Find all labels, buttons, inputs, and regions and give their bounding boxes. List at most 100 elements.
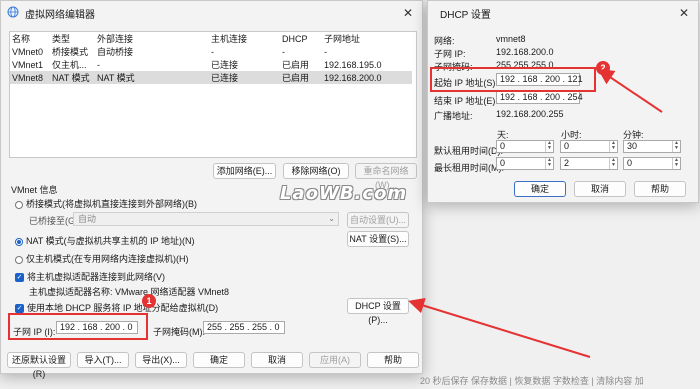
- chevron-down-icon: ⌄: [328, 214, 335, 223]
- dhcp-subnet-ip-value: 192.168.200.0: [496, 47, 554, 57]
- checkmark-icon: ✓: [15, 273, 24, 283]
- end-ip-label: 结束 IP 地址(E):: [434, 96, 498, 106]
- table-cell: -: [211, 46, 214, 57]
- default-lease-hours-stepper[interactable]: 0 ▲ ▼: [560, 140, 618, 153]
- table-row[interactable]: VMnet0 桥接模式 自动桥接 - - -: [10, 45, 412, 58]
- column-header[interactable]: 名称: [10, 32, 50, 45]
- column-header[interactable]: 主机连接: [209, 32, 280, 45]
- table-cell: -: [97, 59, 100, 70]
- restore-defaults-button[interactable]: 还原默认设置(R): [7, 352, 71, 379]
- table-cell: 仅主机...: [52, 60, 87, 70]
- radio-selected-icon: [15, 237, 23, 246]
- import-button[interactable]: 导入(T)...: [77, 352, 129, 368]
- dhcp-cancel-button[interactable]: 取消: [574, 181, 626, 197]
- default-lease-days-stepper[interactable]: 0 ▲ ▼: [496, 140, 554, 153]
- close-icon[interactable]: ✕: [676, 5, 692, 21]
- max-lease-minutes-stepper[interactable]: 0 ▲ ▼: [623, 157, 681, 170]
- checkmark-icon: ✓: [15, 304, 24, 314]
- use-dhcp-label: 使用本地 DHCP 服务将 IP 地址分配给虚拟机(D): [27, 303, 219, 313]
- column-header[interactable]: 子网地址: [322, 32, 412, 45]
- nat-mode-radio[interactable]: NAT 模式(与虚拟机共享主机的 IP 地址)(N): [15, 234, 195, 247]
- rename-network-button[interactable]: 重命名网络(W)...: [355, 163, 417, 190]
- title-bar: 虚拟网络编辑器 ✕: [1, 1, 422, 25]
- stepper-arrows-icon[interactable]: ▲ ▼: [545, 158, 553, 169]
- start-ip-highlight-box: [430, 67, 596, 92]
- host-only-radio[interactable]: 仅主机模式(在专用网络内连接虚拟机)(H): [15, 252, 189, 265]
- stepper-value: 0: [500, 141, 506, 151]
- connect-adapter-label: 将主机虚拟适配器连接到此网络(V): [27, 272, 165, 282]
- auto-settings-button[interactable]: 自动设置(U)...: [347, 212, 409, 228]
- subnet-mask-field[interactable]: 255 . 255 . 255 . 0: [203, 321, 285, 334]
- dhcp-window-title: DHCP 设置: [440, 9, 491, 21]
- stepper-arrows-icon[interactable]: ▲ ▼: [672, 141, 680, 152]
- cancel-button[interactable]: 取消: [251, 352, 303, 368]
- stepper-value: 2: [564, 158, 570, 168]
- table-cell: VMnet0: [12, 46, 44, 57]
- annotation-badge-1: 1: [142, 294, 156, 308]
- editor-status-bar: 20 秒后保存 保存数据 | 恢复数据 字数检查 | 清除内容 加: [420, 376, 644, 386]
- table-cell: NAT 模式: [50, 71, 95, 84]
- bridge-mode-label: 桥接模式(将虚拟机直接连接到外部网络)(B): [26, 199, 197, 209]
- export-button[interactable]: 导出(X)...: [135, 352, 187, 368]
- adapter-name-text: 主机虚拟适配器名称: VMware 网络适配器 VMnet8: [29, 287, 230, 297]
- arrow-to-dhcp-settings: [408, 297, 591, 358]
- column-header[interactable]: 外部连接: [95, 32, 209, 45]
- close-icon[interactable]: ✕: [400, 5, 416, 21]
- table-cell: 192.168.195.0: [324, 59, 382, 70]
- stepper-arrows-icon[interactable]: ▲ ▼: [545, 141, 553, 152]
- window-title: 虚拟网络编辑器: [25, 9, 95, 21]
- bridge-mode-radio[interactable]: 桥接模式(将虚拟机直接连接到外部网络)(B): [15, 197, 197, 210]
- dhcp-ok-button[interactable]: 确定: [514, 181, 566, 197]
- watermark-logo: LaoWB.com: [280, 183, 408, 204]
- max-lease-hours-stepper[interactable]: 2 ▲ ▼: [560, 157, 618, 170]
- default-lease-minutes-stepper[interactable]: 30 ▲ ▼: [623, 140, 681, 153]
- remove-network-button[interactable]: 移除网络(O): [283, 163, 349, 179]
- table-cell: VMnet8: [10, 71, 50, 84]
- stepper-value: 30: [627, 141, 638, 151]
- table-header-row: 名称 类型 外部连接 主机连接 DHCP 子网地址: [10, 32, 412, 45]
- stepper-value: 0: [627, 158, 633, 168]
- stepper-arrows-icon[interactable]: ▲ ▼: [609, 158, 617, 169]
- table-cell: 已启用: [282, 60, 310, 70]
- table-cell: 已启用: [280, 71, 322, 84]
- bridged-to-value: 自动: [78, 214, 97, 224]
- dhcp-help-button[interactable]: 帮助: [634, 181, 686, 197]
- broadcast-value: 192.168.200.255: [496, 109, 564, 119]
- add-network-button[interactable]: 添加网络(E)...: [213, 163, 276, 179]
- nat-mode-label: NAT 模式(与虚拟机共享主机的 IP 地址)(N): [26, 236, 195, 246]
- table-cell: VMnet1: [12, 59, 44, 70]
- ok-button[interactable]: 确定: [193, 352, 245, 368]
- stepper-value: 0: [500, 158, 506, 168]
- end-ip-field[interactable]: 192 . 168 . 200 . 254: [496, 91, 583, 104]
- stepper-value: 0: [564, 141, 570, 151]
- subnet-ip-highlight-box: [8, 313, 148, 340]
- host-only-label: 仅主机模式(在专用网络内连接虚拟机)(H): [26, 254, 189, 264]
- radio-icon: [15, 200, 23, 209]
- broadcast-label: 广播地址:: [434, 111, 473, 121]
- connect-adapter-checkbox[interactable]: ✓ 将主机虚拟适配器连接到此网络(V): [15, 270, 165, 283]
- table-cell: 自动桥接: [97, 47, 134, 57]
- dhcp-settings-window: DHCP 设置 ✕ 网络: vmnet8 子网 IP: 192.168.200.…: [427, 0, 699, 203]
- dhcp-title-bar: DHCP 设置 ✕: [428, 1, 698, 25]
- nat-settings-button[interactable]: NAT 设置(S)...: [347, 231, 409, 247]
- table-cell: -: [324, 46, 327, 57]
- default-lease-label: 默认租用时间(D):: [434, 146, 503, 156]
- network-value: vmnet8: [496, 34, 526, 44]
- subnet-mask-label: 子网掩码(M):: [153, 327, 205, 337]
- table-cell: 桥接模式: [52, 47, 89, 57]
- stepper-arrows-icon[interactable]: ▲ ▼: [609, 141, 617, 152]
- table-row-selected[interactable]: VMnet8 NAT 模式 NAT 模式 已连接 已启用 192.168.200…: [10, 71, 412, 84]
- table-row[interactable]: VMnet1 仅主机... - 已连接 已启用 192.168.195.0: [10, 58, 412, 71]
- network-globe-icon: [7, 6, 19, 20]
- table-cell: 192.168.200.0: [322, 71, 412, 84]
- max-lease-days-stepper[interactable]: 0 ▲ ▼: [496, 157, 554, 170]
- table-cell: 已连接: [211, 60, 239, 70]
- vmnet-info-label: VMnet 信息: [11, 185, 58, 195]
- bridged-to-select[interactable]: 自动 ⌄: [73, 212, 339, 226]
- column-header[interactable]: 类型: [50, 32, 95, 45]
- apply-button[interactable]: 应用(A): [309, 352, 361, 368]
- column-header[interactable]: DHCP: [280, 32, 322, 45]
- help-button[interactable]: 帮助: [367, 352, 419, 368]
- stepper-arrows-icon[interactable]: ▲ ▼: [672, 158, 680, 169]
- dhcp-settings-button[interactable]: DHCP 设置(P)...: [347, 298, 409, 325]
